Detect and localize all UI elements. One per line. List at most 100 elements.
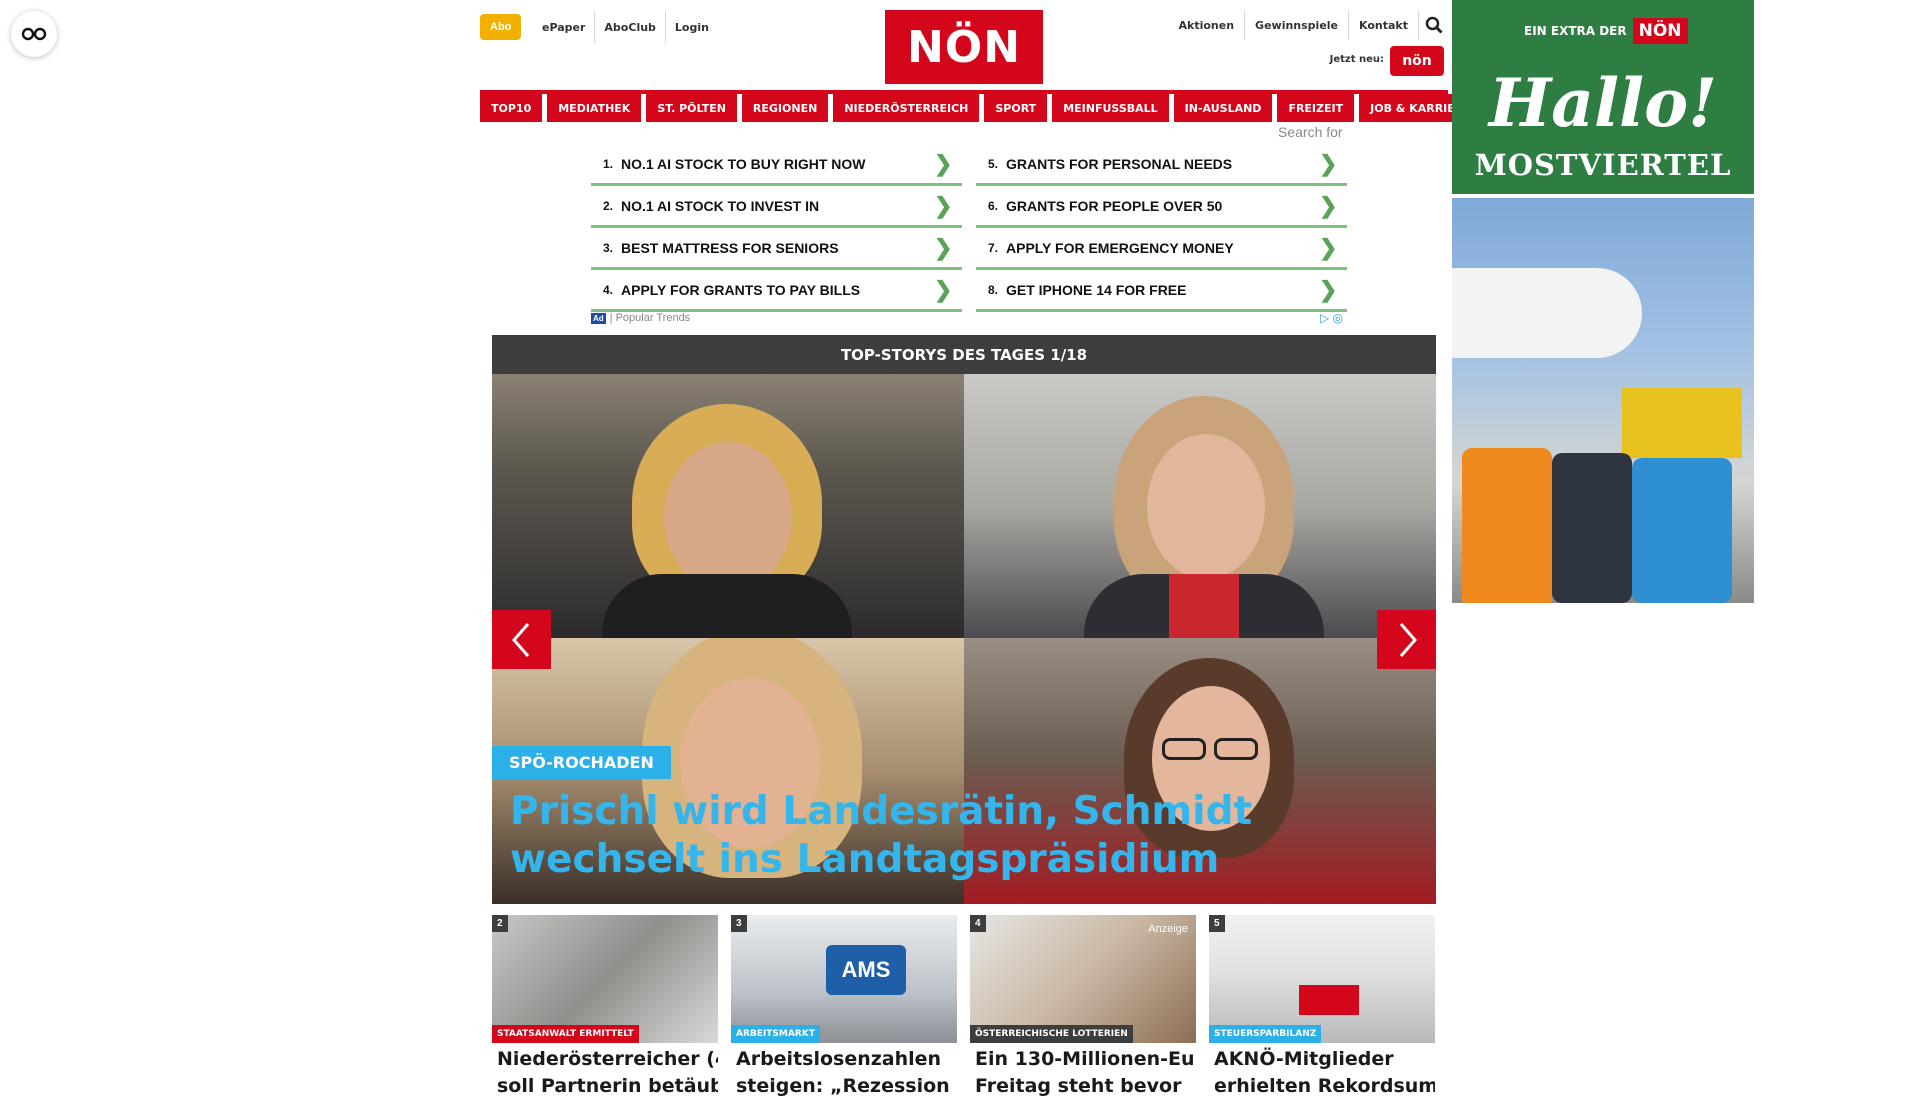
ad-banner-top: EIN EXTRA DER NÖN Hallo! MOSTVIERTEL xyxy=(1452,0,1754,194)
ad-link[interactable]: 8. GET IPHONE 14 FOR FREE ❯ xyxy=(976,270,1347,312)
ad-link-number: 1. xyxy=(602,156,613,171)
ad-link-number: 8. xyxy=(987,282,998,297)
ad-link[interactable]: 3. BEST MATTRESS FOR SENIORS ❯ xyxy=(591,228,962,270)
story-category-tag[interactable]: SPÖ-ROCHADEN xyxy=(492,746,671,779)
ad-link-grid: 1. NO.1 AI STOCK TO BUY RIGHT NOW ❯ 5. GRAN… xyxy=(591,144,1347,312)
kontakt-link[interactable]: Kontakt xyxy=(1348,10,1418,40)
ad-extra-text: EIN EXTRA DER xyxy=(1524,24,1627,38)
ad-link[interactable]: 2. NO.1 AI STOCK TO INVEST IN ❯ xyxy=(591,186,962,228)
ad-photo xyxy=(1452,198,1754,603)
card-title: AKNÖ-Mitglieder xyxy=(1214,1048,1394,1070)
nav-top10[interactable]: TOP10 xyxy=(480,94,543,122)
ad-link-number: 2. xyxy=(602,198,613,213)
card-image: AMS 3 ARBEITSMARKT xyxy=(731,915,957,1043)
card-title-line2: Freitag steht bevor xyxy=(975,1075,1182,1097)
right-ad-banner[interactable]: EIN EXTRA DER NÖN Hallo! MOSTVIERTEL xyxy=(1452,0,1754,603)
ad-link-number: 7. xyxy=(987,240,998,255)
ad-link-number: 5. xyxy=(987,156,998,171)
card-title: Ein 130-Millionen-Euro- xyxy=(975,1048,1196,1070)
nav-meinfussball[interactable]: MEINFUSSBALL xyxy=(1052,94,1169,122)
site-logo[interactable]: NÖN xyxy=(885,10,1043,84)
ad-link[interactable]: 5. GRANTS FOR PERSONAL NEEDS ❯ xyxy=(976,144,1347,186)
ad-link-text: GRANTS FOR PERSONAL NEEDS xyxy=(1006,155,1233,172)
card-tag: STEUERSPARBILANZ xyxy=(1209,1025,1322,1043)
glasses-icon xyxy=(21,27,47,41)
story-card[interactable]: 5 STEUERSPARBILANZ AKNÖ-Mitglieder erhie… xyxy=(1209,915,1435,1097)
gewinnspiele-link[interactable]: Gewinnspiele xyxy=(1244,10,1348,40)
site-header: Abo ePaper AboClub Login NÖN Aktionen Ge… xyxy=(480,10,1449,84)
slider-prev-button[interactable] xyxy=(492,610,551,669)
story-cards: 2 STAATSANWALT ERMITTELT Niederösterreic… xyxy=(492,915,1436,1097)
nav-niederoesterreich[interactable]: NIEDERÖSTERREICH xyxy=(833,94,980,122)
ad-link-text: APPLY FOR GRANTS TO PAY BILLS xyxy=(621,281,861,298)
card-rank: 2 xyxy=(492,915,508,932)
ad-link-text: NO.1 AI STOCK TO INVEST IN xyxy=(621,197,820,214)
chevron-right-icon: ❯ xyxy=(934,192,953,218)
story-headline[interactable]: Prischl wird Landesrätin, Schmidt wechse… xyxy=(510,788,1270,884)
card-rank: 3 xyxy=(731,915,747,932)
card-title: Arbeitslosenzahlen xyxy=(736,1048,942,1070)
card-rank: 5 xyxy=(1209,915,1225,932)
card-rank: 4 xyxy=(970,915,986,932)
ad-mini-logo: NÖN xyxy=(1632,18,1688,44)
ad-footer-text: | Popular Trends xyxy=(609,312,691,324)
chevron-left-icon xyxy=(511,622,529,657)
nav-regionen[interactable]: REGIONEN xyxy=(741,94,829,122)
card-image: 5 STEUERSPARBILANZ xyxy=(1209,915,1435,1043)
abo-button[interactable]: Abo xyxy=(480,14,522,40)
ad-link-number: 4. xyxy=(602,282,613,297)
search-button[interactable] xyxy=(1418,10,1448,40)
chevron-right-icon xyxy=(1399,622,1417,657)
aktionen-link[interactable]: Aktionen xyxy=(1169,10,1245,40)
card-title-line2: soll Partnerin betäubt xyxy=(497,1075,718,1097)
ad-link[interactable]: 4. APPLY FOR GRANTS TO PAY BILLS ❯ xyxy=(591,270,962,312)
ad-badge: Ad xyxy=(591,312,606,324)
adchoices-icon[interactable]: ▷ ◎ xyxy=(1320,311,1343,325)
reader-mode-button[interactable] xyxy=(11,11,57,57)
ad-link-text: BEST MATTRESS FOR SENIORS xyxy=(621,239,839,256)
card-tag: ARBEITSMARKT xyxy=(731,1025,820,1043)
right-links: Aktionen Gewinnspiele Kontakt xyxy=(1169,10,1449,40)
app-badge[interactable]: nön xyxy=(1390,46,1444,76)
card-tag: ÖSTERREICHISCHE LOTTERIEN xyxy=(970,1025,1133,1043)
chevron-right-icon: ❯ xyxy=(1319,276,1338,302)
chevron-right-icon: ❯ xyxy=(934,150,953,176)
search-icon xyxy=(1425,16,1443,34)
nav-st-poelten[interactable]: ST. PÖLTEN xyxy=(646,94,737,122)
main-nav: TOP10 MEDIATHEK ST. PÖLTEN REGIONEN NIED… xyxy=(480,90,1482,122)
card-title: Niederösterreicher (42) xyxy=(497,1048,718,1070)
card-tag: STAATSANWALT ERMITTELT xyxy=(492,1025,639,1043)
top-links: ePaper AboClub Login xyxy=(533,10,718,44)
top-stories-title: TOP-STORYS DES TAGES 1/18 xyxy=(492,335,1436,374)
story-photo xyxy=(492,374,964,638)
ad-link-number: 3. xyxy=(602,240,613,255)
story-photo xyxy=(964,374,1436,638)
story-card[interactable]: AMS 3 ARBEITSMARKT Arbeitslosenzahlen st… xyxy=(731,915,957,1097)
slider-next-button[interactable] xyxy=(1377,610,1436,669)
search-for-label: Search for xyxy=(1278,124,1343,140)
nav-freizeit[interactable]: FREIZEIT xyxy=(1277,94,1355,122)
card-anzeige-label: Anzeige xyxy=(1148,923,1188,935)
card-title-line2: steigen: „Rezession ist xyxy=(736,1075,957,1097)
chevron-right-icon: ❯ xyxy=(934,276,953,302)
ad-link[interactable]: 1. NO.1 AI STOCK TO BUY RIGHT NOW ❯ xyxy=(591,144,962,186)
chevron-right-icon: ❯ xyxy=(1319,234,1338,260)
aboclub-link[interactable]: AboClub xyxy=(594,11,665,43)
ad-link-text: APPLY FOR EMERGENCY MONEY xyxy=(1006,239,1234,256)
login-link[interactable]: Login xyxy=(664,11,718,43)
ad-region-title: MOSTVIERTEL xyxy=(1474,148,1732,182)
story-card[interactable]: 2 STAATSANWALT ERMITTELT Niederösterreic… xyxy=(492,915,718,1097)
nav-in-ausland[interactable]: IN-AUSLAND xyxy=(1173,94,1273,122)
chevron-right-icon: ❯ xyxy=(1319,192,1338,218)
top-stories-slider[interactable]: SPÖ-ROCHADEN Prischl wird Landesrätin, S… xyxy=(492,374,1436,904)
story-card[interactable]: 4 Anzeige ÖSTERREICHISCHE LOTTERIEN Ein … xyxy=(970,915,1196,1097)
ad-link[interactable]: 6. GRANTS FOR PEOPLE OVER 50 ❯ xyxy=(976,186,1347,228)
chevron-right-icon: ❯ xyxy=(1319,150,1338,176)
epaper-link[interactable]: ePaper xyxy=(533,11,594,43)
card-title-line2: erhielten Rekordsumme xyxy=(1214,1075,1435,1097)
ad-link-number: 6. xyxy=(987,198,998,213)
card-image: 2 STAATSANWALT ERMITTELT xyxy=(492,915,718,1043)
ad-link[interactable]: 7. APPLY FOR EMERGENCY MONEY ❯ xyxy=(976,228,1347,270)
nav-mediathek[interactable]: MEDIATHEK xyxy=(547,94,642,122)
nav-sport[interactable]: SPORT xyxy=(984,94,1048,122)
